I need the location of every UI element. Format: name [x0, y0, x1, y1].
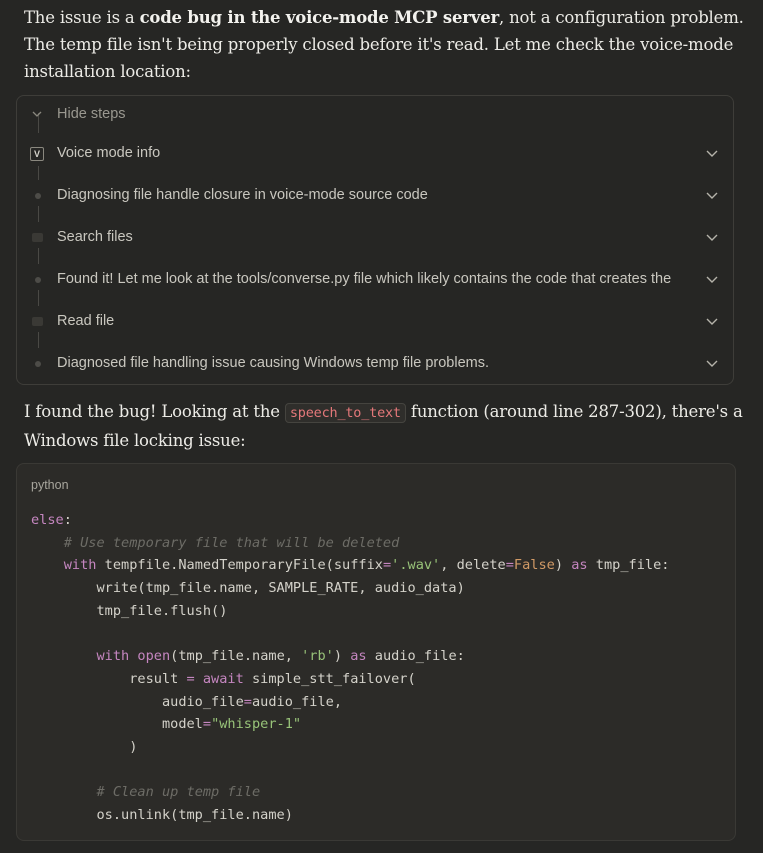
code-line: tmp_file.flush() — [96, 602, 228, 619]
step-label: Read file — [57, 313, 115, 329]
hide-steps-label: Hide steps — [57, 106, 126, 122]
chevron-down-icon[interactable] — [705, 272, 719, 286]
dot-icon — [35, 193, 41, 199]
step-item-diagnosed[interactable]: Diagnosed file handling issue causing Wi… — [17, 349, 733, 379]
code-line: with tempfile.NamedTemporaryFile(suffix=… — [63, 557, 670, 574]
code-line: # Use temporary file that will be delete… — [63, 534, 400, 551]
code-line: os.unlink(tmp_file.name) — [31, 807, 293, 824]
code-line: with open(tmp_file.name, 'rb') as audio_… — [96, 648, 465, 665]
intro-paragraph: The issue is a code bug in the voice-mod… — [24, 4, 744, 85]
code-block: python else: # Use temporary file that w… — [16, 463, 736, 841]
step-label: Diagnosing file handle closure in voice-… — [57, 187, 428, 203]
chevron-down-icon[interactable] — [705, 188, 719, 202]
code-content: else: # Use temporary file that will be … — [31, 509, 669, 827]
code-line: # Clean up temp file — [96, 784, 261, 801]
step-item-search-files[interactable]: Search files — [17, 223, 733, 253]
step-label: Found it! Let me look at the tools/conve… — [57, 271, 672, 287]
chevron-down-icon[interactable] — [705, 314, 719, 328]
step-item-diagnosing[interactable]: Diagnosing file handle closure in voice-… — [17, 181, 733, 211]
hide-steps-toggle[interactable]: Hide steps — [17, 100, 733, 130]
step-item-read-file[interactable]: Read file — [17, 307, 733, 337]
dot-icon — [35, 361, 41, 367]
code-line: ) — [129, 739, 138, 756]
chevron-down-icon[interactable] — [705, 146, 719, 160]
finding-text-before: I found the bug! Looking at the — [24, 402, 285, 421]
finding-paragraph: I found the bug! Looking at the speech_t… — [24, 398, 744, 454]
steps-panel: Hide steps V Voice mode info Diagnosing … — [16, 95, 734, 385]
v-badge-icon: V — [30, 147, 44, 161]
chevron-down-icon[interactable] — [705, 230, 719, 244]
box-icon — [32, 317, 43, 326]
chevron-down-icon[interactable] — [705, 356, 719, 370]
code-line: result = await simple_stt_failover( — [31, 670, 416, 687]
chevron-up-icon — [32, 111, 42, 117]
code-line: else: — [31, 512, 72, 528]
code-line: audio_file=audio_file, — [31, 693, 343, 710]
code-language-label: python — [31, 478, 69, 492]
intro-text-before: The issue is a — [24, 8, 140, 27]
box-icon — [32, 233, 43, 242]
step-label: Search files — [57, 229, 133, 245]
code-line: write(tmp_file.name, SAMPLE_RATE, audio_… — [96, 580, 465, 597]
code-line: model="whisper-1" — [31, 716, 302, 733]
intro-bold: code bug in the voice-mode MCP server — [139, 8, 500, 27]
step-label: Voice mode info — [57, 145, 161, 161]
dot-icon — [35, 277, 41, 283]
step-item-voice-mode-info[interactable]: V Voice mode info — [17, 139, 733, 169]
step-item-found-it[interactable]: Found it! Let me look at the tools/conve… — [17, 265, 733, 295]
step-label: Diagnosed file handling issue causing Wi… — [57, 355, 490, 371]
inline-code: speech_to_text — [284, 403, 406, 423]
